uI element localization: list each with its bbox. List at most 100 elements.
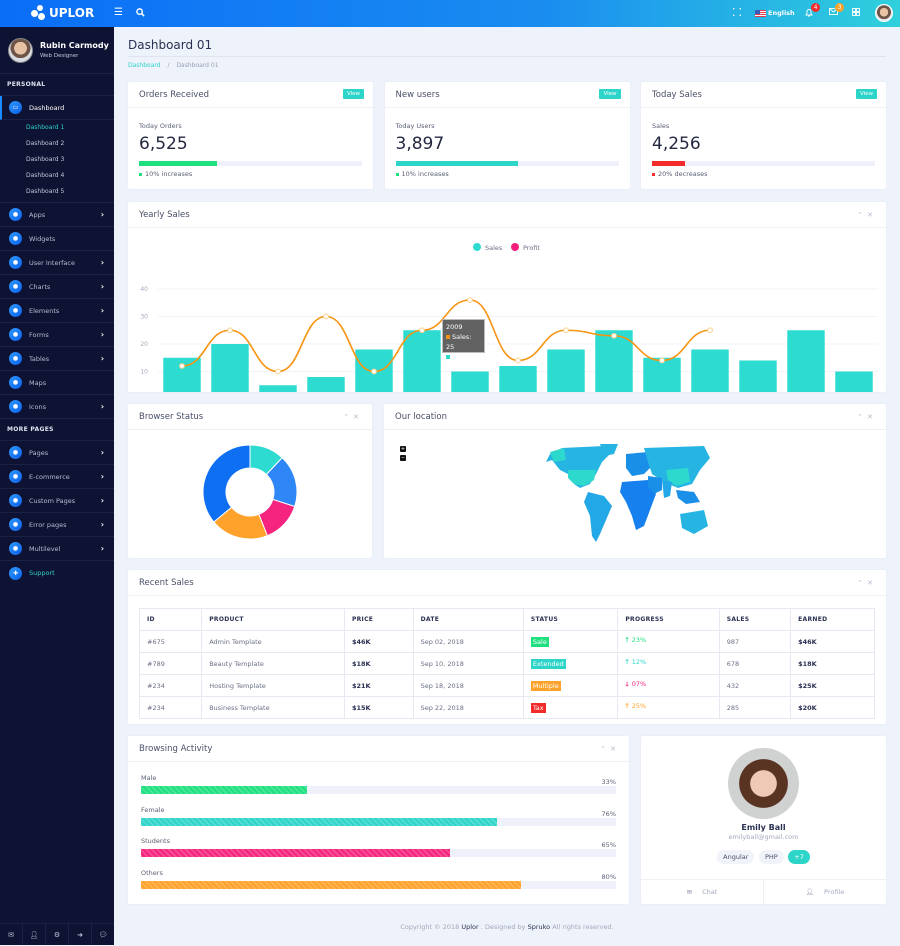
cell-price: $21K [343, 674, 414, 697]
sidebar-item-custom-pages[interactable]: ● Custom Pages › [0, 489, 114, 513]
sidebar: Rubin Carmody Web Designer PERSONAL ▭ Da… [0, 27, 114, 945]
view-button[interactable]: View [855, 89, 877, 99]
footer-brand-link[interactable]: Uplor [461, 923, 478, 931]
collapse-icon[interactable]: ⌃ [857, 211, 867, 219]
close-icon[interactable]: ✕ [867, 211, 877, 219]
activity-progress-bar [141, 849, 616, 858]
map-region-india [662, 480, 672, 498]
view-button[interactable]: View [342, 89, 364, 99]
skill-tag[interactable]: PHP [758, 850, 784, 864]
yearly-sales-card: Yearly Sales ⌃✕ SalesProfit01020304020042… [128, 202, 886, 392]
sidebar-item-e-commerce[interactable]: ● E-commerce › [0, 465, 114, 489]
card-title: Yearly Sales [139, 210, 190, 220]
bar-sales-2016 [739, 360, 777, 392]
sidebar-subitem[interactable]: Dashboard 1 [0, 120, 114, 136]
sidebar-item-tables[interactable]: ● Tables › [0, 347, 114, 371]
chat-icon[interactable]: 💬︎ [92, 924, 114, 945]
map-zoom-out-button[interactable]: − [400, 455, 406, 461]
kpi-value: 4,256 [652, 134, 701, 154]
user-avatar[interactable] [875, 4, 893, 22]
sidebar-item-maps[interactable]: ● Maps [0, 371, 114, 395]
sidebar-item-icons[interactable]: ● Icons › [0, 395, 114, 419]
map-zoom-in-button[interactable]: + [400, 446, 406, 452]
sidebar-subitem[interactable]: Dashboard 3 [0, 152, 114, 168]
profile-button[interactable]: 👤︎ Profile [764, 880, 886, 904]
column-header[interactable]: EARNED [790, 608, 875, 631]
sidebar-item-user-interface[interactable]: ● User Interface › [0, 251, 114, 275]
column-header[interactable]: DATE [412, 608, 524, 631]
sidebar-item-pages[interactable]: ● Pages › [0, 441, 114, 465]
close-icon[interactable]: ✕ [867, 579, 877, 587]
sidebar-subitem[interactable]: Dashboard 5 [0, 184, 114, 200]
sidebar-item-forms[interactable]: ● Forms › [0, 323, 114, 347]
skill-tags: Angular PHP +7 [641, 850, 886, 864]
close-icon[interactable]: ✕ [867, 413, 877, 421]
cell-id: #789 [138, 652, 203, 675]
view-button[interactable]: View [599, 89, 621, 99]
column-header[interactable]: SALES [718, 608, 792, 631]
brand-logo[interactable]: UPLOR [30, 5, 94, 21]
column-header[interactable]: PROGRESS [617, 608, 720, 631]
yearly-sales-chart: SalesProfit01020304020042005200620072008… [140, 243, 878, 392]
gear-icon[interactable]: ⚙ [46, 924, 69, 945]
collapse-icon[interactable]: ⌃ [857, 579, 867, 587]
close-icon[interactable]: ✕ [610, 745, 620, 753]
sidebar-item-elements[interactable]: ● Elements › [0, 299, 114, 323]
map-region-australia [680, 510, 708, 534]
column-header[interactable]: PRICE [343, 608, 414, 631]
more-skills-badge[interactable]: +7 [788, 850, 810, 864]
sidebar-subitem[interactable]: Dashboard 4 [0, 168, 114, 184]
menu-icon[interactable]: ☰ [114, 8, 123, 18]
cell-date: Sep 02, 2018 [412, 630, 524, 653]
mail-icon[interactable]: ✉ [0, 924, 23, 945]
column-header[interactable]: STATUS [522, 608, 619, 631]
collapse-icon[interactable]: ⌃ [857, 413, 867, 421]
sidebar-item-label: Charts [29, 282, 51, 291]
search-icon[interactable] [136, 8, 145, 20]
fullscreen-icon[interactable] [732, 7, 742, 19]
language-selector[interactable]: English [755, 8, 795, 18]
close-icon[interactable]: ✕ [353, 413, 363, 421]
skill-tag[interactable]: Angular [717, 850, 755, 864]
user-icon[interactable]: 👤︎ [23, 924, 46, 945]
cell-earned: $46K [790, 630, 875, 653]
collapse-icon[interactable]: ⌃ [343, 413, 353, 421]
sidebar-item-apps[interactable]: ● Apps › [0, 203, 114, 227]
footer-text: All rights reserved. [550, 923, 614, 931]
notifications-button[interactable]: 4 [805, 3, 820, 20]
footer-text: . Designed by [478, 923, 528, 931]
chat-button[interactable]: ✉ Chat [641, 880, 764, 904]
sidebar-item-label: Widgets [29, 234, 56, 243]
sidebar-item-label: Error pages [29, 520, 67, 529]
sidebar-item-dashboard[interactable]: ▭ Dashboard [0, 96, 114, 120]
activity-value: 33% [601, 778, 616, 786]
breadcrumb-home[interactable]: Dashboard [128, 62, 161, 69]
activity-row: Students 65% [141, 837, 616, 869]
monitor-icon: ▭ [9, 101, 22, 114]
footer-designer-link[interactable]: Spruko [528, 923, 551, 931]
browser-donut-chart [202, 444, 298, 540]
cell-progress: 🡑 25% [617, 696, 720, 719]
line-point-profit [371, 368, 377, 375]
sidebar-item-support[interactable]: ✚ Support [0, 561, 114, 585]
legend-marker-profit [511, 243, 519, 251]
logout-icon[interactable]: ➜ [69, 924, 92, 945]
sidebar-subitem[interactable]: Dashboard 2 [0, 136, 114, 152]
kpi-label: Today Orders [139, 122, 182, 130]
sidebar-item-widgets[interactable]: ● Widgets [0, 227, 114, 251]
sidebar-item-label: Apps [29, 210, 46, 219]
world-map[interactable] [544, 444, 714, 549]
sidebar-item-charts[interactable]: ● Charts › [0, 275, 114, 299]
kpi-change: 20% decreases [652, 170, 708, 178]
sidebar-item-label: Dashboard [29, 103, 65, 112]
profile-avatar[interactable] [8, 38, 33, 63]
sidebar-item-multilevel[interactable]: ● Multilevel › [0, 537, 114, 561]
tooltip-year: 2009 [446, 323, 463, 331]
collapse-icon[interactable]: ⌃ [600, 745, 610, 753]
column-header[interactable]: ID [138, 608, 203, 631]
grid-icon[interactable] [852, 8, 860, 19]
column-header[interactable]: PRODUCT [201, 608, 345, 631]
messages-button[interactable]: 3 [829, 3, 844, 18]
cell-product: Beauty Template [201, 652, 345, 675]
sidebar-item-error-pages[interactable]: ● Error pages › [0, 513, 114, 537]
